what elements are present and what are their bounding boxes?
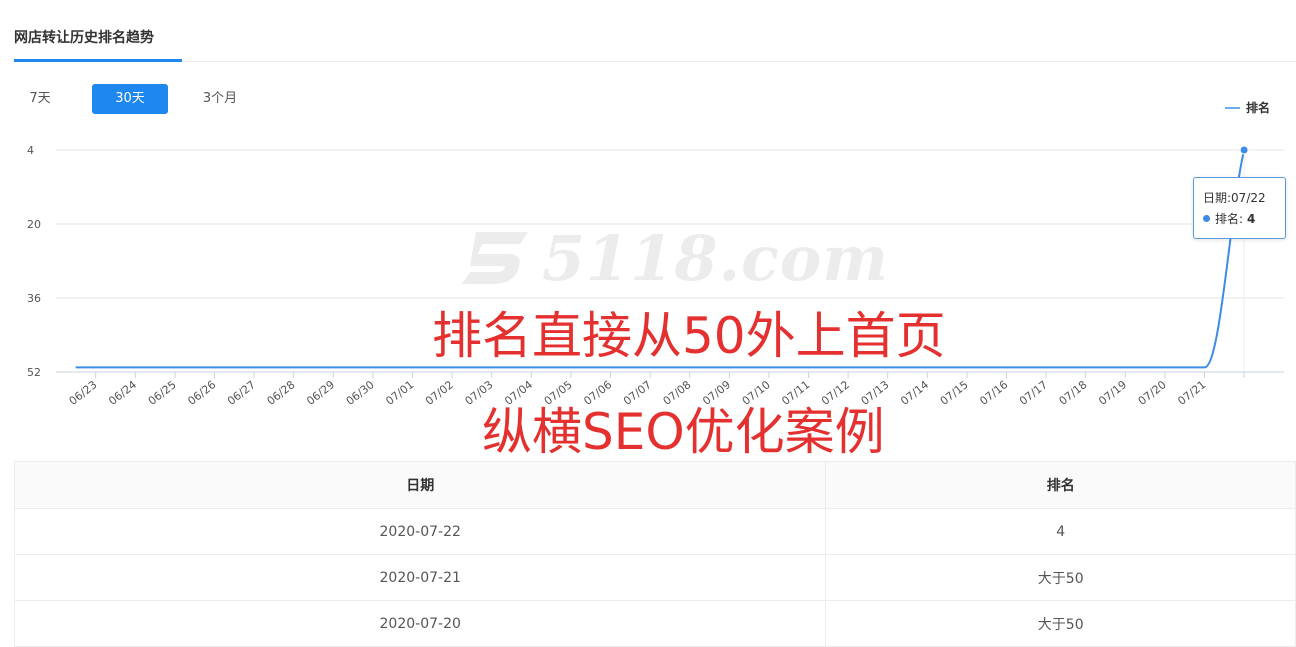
x-tick-label: 06/24: [106, 378, 139, 408]
cell-rank: 大于50: [825, 554, 1296, 601]
x-tick-label: 06/28: [265, 378, 298, 408]
x-tick-label: 06/26: [185, 378, 218, 408]
rank-chart: 4203652 06/23 06/24 06/25 06/26 06/27 06/28 06…: [27, 100, 1284, 408]
tooltip-row: 排名: 4: [1203, 210, 1255, 227]
cell-date: 2020-07-21: [13, 554, 827, 601]
table-row: 2020-07-21 大于50: [13, 554, 1296, 601]
x-tick-label: 07/18: [1057, 378, 1090, 408]
tooltip-value: 4: [1247, 212, 1256, 226]
x-tick-label: 07/21: [1175, 378, 1208, 408]
table-header-row: 日期 排名: [13, 461, 1296, 509]
legend-label: 排名: [1246, 100, 1270, 115]
x-tick-label: 06/25: [146, 378, 179, 408]
tooltip-date: 日期:07/22: [1203, 191, 1266, 205]
column-header-rank: 排名: [825, 461, 1296, 509]
data-point-active: [1239, 145, 1249, 155]
overlay-headline: 排名直接从50外上首页: [432, 307, 946, 365]
x-tick-label: 07/20: [1136, 378, 1169, 408]
column-header-date: 日期: [13, 461, 827, 509]
cell-date: 2020-07-22: [13, 508, 827, 555]
x-tick-label: 07/14: [898, 378, 931, 408]
x-tick-label: 07/19: [1096, 378, 1129, 408]
y-axis-labels: 4 20 36 52: [27, 144, 41, 379]
tooltip-series-label: 排名:: [1215, 212, 1244, 226]
chart-tooltip: 日期:07/22 排名: 4: [1193, 177, 1286, 239]
legend: 排名: [1225, 100, 1270, 115]
y-tick-label: 4: [27, 144, 34, 157]
tooltip-dot-icon: [1203, 215, 1210, 222]
table-row: 2020-07-22 4: [13, 508, 1296, 555]
y-tick-label: 20: [27, 218, 41, 231]
x-tick-label: 07/02: [423, 378, 456, 408]
y-tick-label: 52: [27, 366, 41, 379]
x-tick-label: 07/16: [977, 378, 1010, 408]
y-tick-label: 36: [27, 292, 41, 305]
x-tick-label: 07/15: [938, 378, 971, 408]
x-tick-label: 07/17: [1017, 378, 1050, 408]
x-tick-label: 06/27: [225, 378, 258, 408]
rank-table: 日期 排名 2020-07-22 4 2020-07-21 大于50 2020-…: [13, 461, 1296, 647]
cell-rank: 大于50: [825, 600, 1296, 647]
x-tick-label: 06/23: [67, 378, 100, 408]
table-row: 2020-07-20 大于50: [13, 600, 1296, 647]
cell-rank: 4: [825, 508, 1296, 555]
x-tick-label: 07/01: [383, 378, 416, 408]
x-tick-label: 06/29: [304, 378, 337, 408]
x-tick-label: 06/30: [344, 378, 377, 408]
overlay-subheadline: 纵横SEO优化案例: [482, 403, 885, 461]
cell-date: 2020-07-20: [13, 600, 827, 647]
